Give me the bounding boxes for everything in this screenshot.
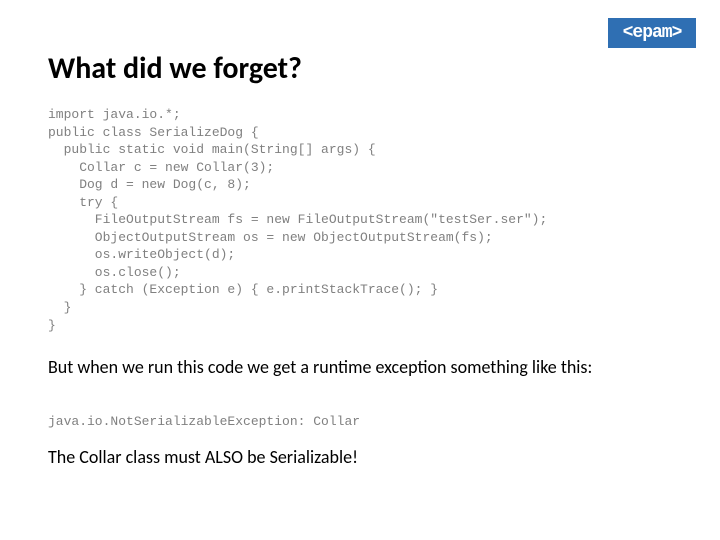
slide: <epam> What did we forget? import java.i… <box>0 0 720 540</box>
epam-logo-text: <epam> <box>623 23 682 43</box>
slide-title: What did we forget? <box>48 50 302 87</box>
paragraph-conclusion: The Collar class must ALSO be Serializab… <box>48 446 672 469</box>
epam-logo: <epam> <box>608 18 696 48</box>
paragraph-intro: But when we run this code we get a runti… <box>48 356 672 379</box>
code-block: import java.io.*; public class Serialize… <box>48 106 547 334</box>
exception-output: java.io.NotSerializableException: Collar <box>48 414 360 429</box>
